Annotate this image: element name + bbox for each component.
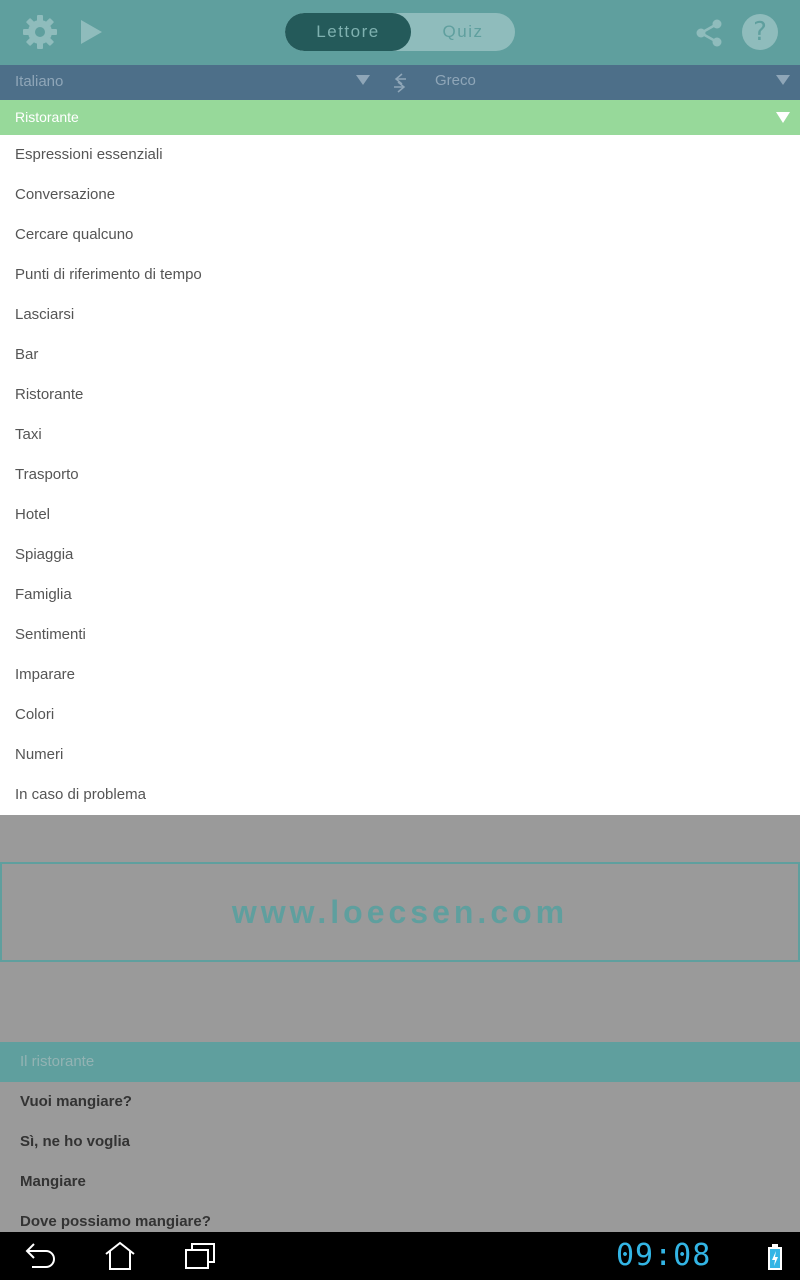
help-icon[interactable]: ? (742, 14, 778, 50)
section-title: Il ristorante (0, 1042, 800, 1082)
dropdown-item[interactable]: Espressioni essenziali (0, 135, 800, 175)
dropdown-item[interactable]: Cercare qualcuno (0, 215, 800, 255)
system-nav-bar: 09:08 (0, 1232, 800, 1280)
dropdown-item[interactable]: Trasporto (0, 455, 800, 495)
battery-charging-icon (768, 1244, 782, 1270)
home-icon[interactable] (102, 1240, 138, 1272)
dropdown-item[interactable]: Famiglia (0, 575, 800, 615)
dropdown-item[interactable]: Bar (0, 335, 800, 375)
target-language-select[interactable]: Greco (435, 72, 476, 89)
recent-apps-icon[interactable] (182, 1240, 218, 1272)
chevron-down-icon[interactable] (776, 75, 790, 85)
source-language-select[interactable]: Italiano (15, 73, 63, 90)
dropdown-item[interactable]: Punti di riferimento di tempo (0, 255, 800, 295)
clock: 09:08 (616, 1238, 712, 1273)
top-toolbar: Lettore Quiz ? (0, 0, 800, 65)
chevron-down-icon[interactable] (776, 112, 790, 123)
dropdown-item[interactable]: Hotel (0, 495, 800, 535)
dropdown-item[interactable]: In caso di problema (0, 775, 800, 815)
tab-lettore[interactable]: Lettore (285, 13, 411, 51)
phrase-list: Vuoi mangiare? Sì, ne ho voglia Mangiare Do… (0, 1082, 800, 1242)
dropdown-item[interactable]: Imparare (0, 655, 800, 695)
category-dropdown-header[interactable]: Ristorante (0, 100, 800, 135)
back-icon[interactable] (22, 1240, 58, 1272)
share-icon[interactable] (694, 18, 724, 48)
mode-toggle: Lettore Quiz (285, 13, 515, 51)
dropdown-item[interactable]: Ristorante (0, 375, 800, 415)
play-icon[interactable] (78, 18, 104, 46)
dropdown-item[interactable]: Lasciarsi (0, 295, 800, 335)
dropdown-item[interactable]: Numeri (0, 735, 800, 775)
phrase-item[interactable]: Sì, ne ho voglia (0, 1122, 800, 1162)
gear-icon[interactable] (22, 14, 58, 50)
dropdown-item[interactable]: Spiaggia (0, 535, 800, 575)
selected-category: Ristorante (15, 109, 79, 125)
swap-languages-icon[interactable] (392, 72, 408, 94)
phrase-item[interactable]: Vuoi mangiare? (0, 1082, 800, 1122)
dropdown-item[interactable]: Conversazione (0, 175, 800, 215)
dropdown-item[interactable]: Colori (0, 695, 800, 735)
website-banner[interactable]: www.loecsen.com (0, 862, 800, 962)
dropdown-item[interactable]: Sentimenti (0, 615, 800, 655)
category-dropdown-list: Espressioni essenziali Conversazione Cerca… (0, 135, 800, 815)
tab-quiz[interactable]: Quiz (411, 13, 515, 51)
phrase-item[interactable]: Mangiare (0, 1162, 800, 1202)
language-bar: Italiano Greco (0, 65, 800, 100)
chevron-down-icon[interactable] (356, 75, 370, 85)
dropdown-item[interactable]: Taxi (0, 415, 800, 455)
